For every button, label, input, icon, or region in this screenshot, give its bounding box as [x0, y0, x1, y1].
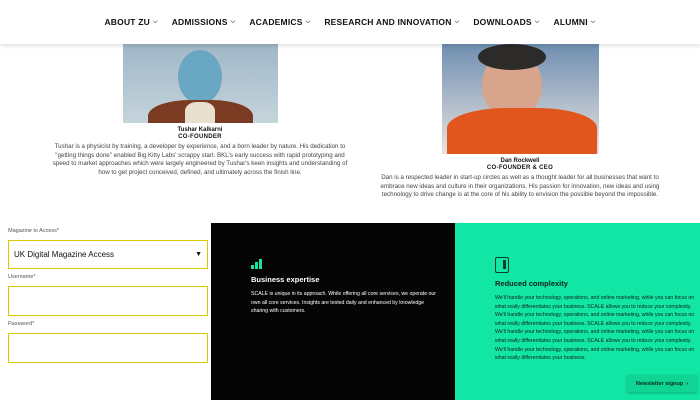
- nav-research-label: RESEARCH AND INNOVATION: [324, 17, 452, 27]
- password-input[interactable]: [8, 333, 208, 363]
- chevron-down-icon: ⌵: [230, 18, 236, 25]
- complexity-title: Reduced complexity: [495, 279, 568, 288]
- member-role: CO-FOUNDER: [178, 134, 222, 140]
- team-member-dan: Dan Rockwell CO-FOUNDER & CEO Dan is a r…: [360, 44, 680, 200]
- member-bio: Dan is a respected leader in start-up ci…: [380, 174, 660, 199]
- business-text: SCALE is unique in its approach. While o…: [251, 291, 437, 315]
- nav-admissions-label: ADMISSIONS: [171, 17, 228, 27]
- main-nav: ABOUT ZU ⌵ ADMISSIONS ⌵ ACADEMICS ⌵ RESEARC…: [0, 0, 700, 44]
- team-member-tushar: Tushar Kalkarni CO-FOUNDER Tushar is a p…: [40, 44, 360, 177]
- magazine-select-value: UK Digital Magazine Access: [14, 250, 115, 259]
- nav-about-label: ABOUT ZU: [104, 17, 150, 27]
- nav-research[interactable]: RESEARCH AND INNOVATION ⌵: [324, 17, 459, 27]
- complexity-text: We'll handle your technology, operations…: [495, 295, 695, 362]
- username-label: Username*: [8, 274, 36, 280]
- business-expertise-panel: Business expertise SCALE is unique in it…: [211, 223, 455, 400]
- nav-alumni-label: ALUMNI: [553, 17, 588, 27]
- chevron-down-icon: ⌵: [305, 18, 311, 25]
- newsletter-signup-button[interactable]: Newsletter signup ›: [627, 375, 697, 392]
- member-name: Tushar Kalkarni: [177, 127, 223, 133]
- chevron-down-icon: ⌵: [152, 18, 158, 25]
- chevron-down-icon: ▼: [195, 251, 202, 258]
- tushar-photo: [122, 44, 278, 123]
- chevron-down-icon: ⌵: [454, 18, 460, 25]
- chevron-right-icon: ›: [686, 380, 689, 387]
- nav-academics[interactable]: ACADEMICS ⌵: [249, 17, 310, 27]
- nav-academics-label: ACADEMICS: [249, 17, 303, 27]
- newsletter-label: Newsletter signup: [635, 380, 684, 387]
- password-label: Password*: [8, 321, 35, 327]
- nav-admissions[interactable]: ADMISSIONS ⌵: [172, 17, 236, 27]
- nav-about[interactable]: ABOUT ZU ⌵: [104, 17, 157, 27]
- chevron-down-icon: ⌵: [534, 18, 540, 25]
- member-bio: Tushar is a physicist by training, a dev…: [52, 143, 348, 176]
- nav-downloads-label: DOWNLOADS: [473, 17, 532, 27]
- member-role: CO-FOUNDER & CEO: [486, 165, 554, 171]
- login-form: Magazine to Access* UK Digital Magazine …: [8, 228, 208, 363]
- bar-chart-icon: [251, 257, 263, 269]
- team-section: Tushar Kalkarni CO-FOUNDER Tushar is a p…: [0, 44, 700, 222]
- nav-alumni[interactable]: ALUMNI ⌵: [554, 17, 596, 27]
- username-input[interactable]: [8, 286, 208, 316]
- dan-photo: [441, 44, 599, 154]
- member-name: Dan Rockwell: [500, 158, 540, 164]
- chevron-down-icon: ⌵: [590, 18, 596, 25]
- reduced-complexity-panel: Reduced complexity We'll handle your tec…: [455, 223, 700, 400]
- magazine-select[interactable]: UK Digital Magazine Access ▼: [8, 240, 208, 269]
- nav-downloads[interactable]: DOWNLOADS ⌵: [473, 17, 539, 27]
- magazine-label: Magazine to Access*: [8, 228, 60, 234]
- business-title: Business expertise: [251, 275, 320, 284]
- device-icon: [495, 257, 509, 273]
